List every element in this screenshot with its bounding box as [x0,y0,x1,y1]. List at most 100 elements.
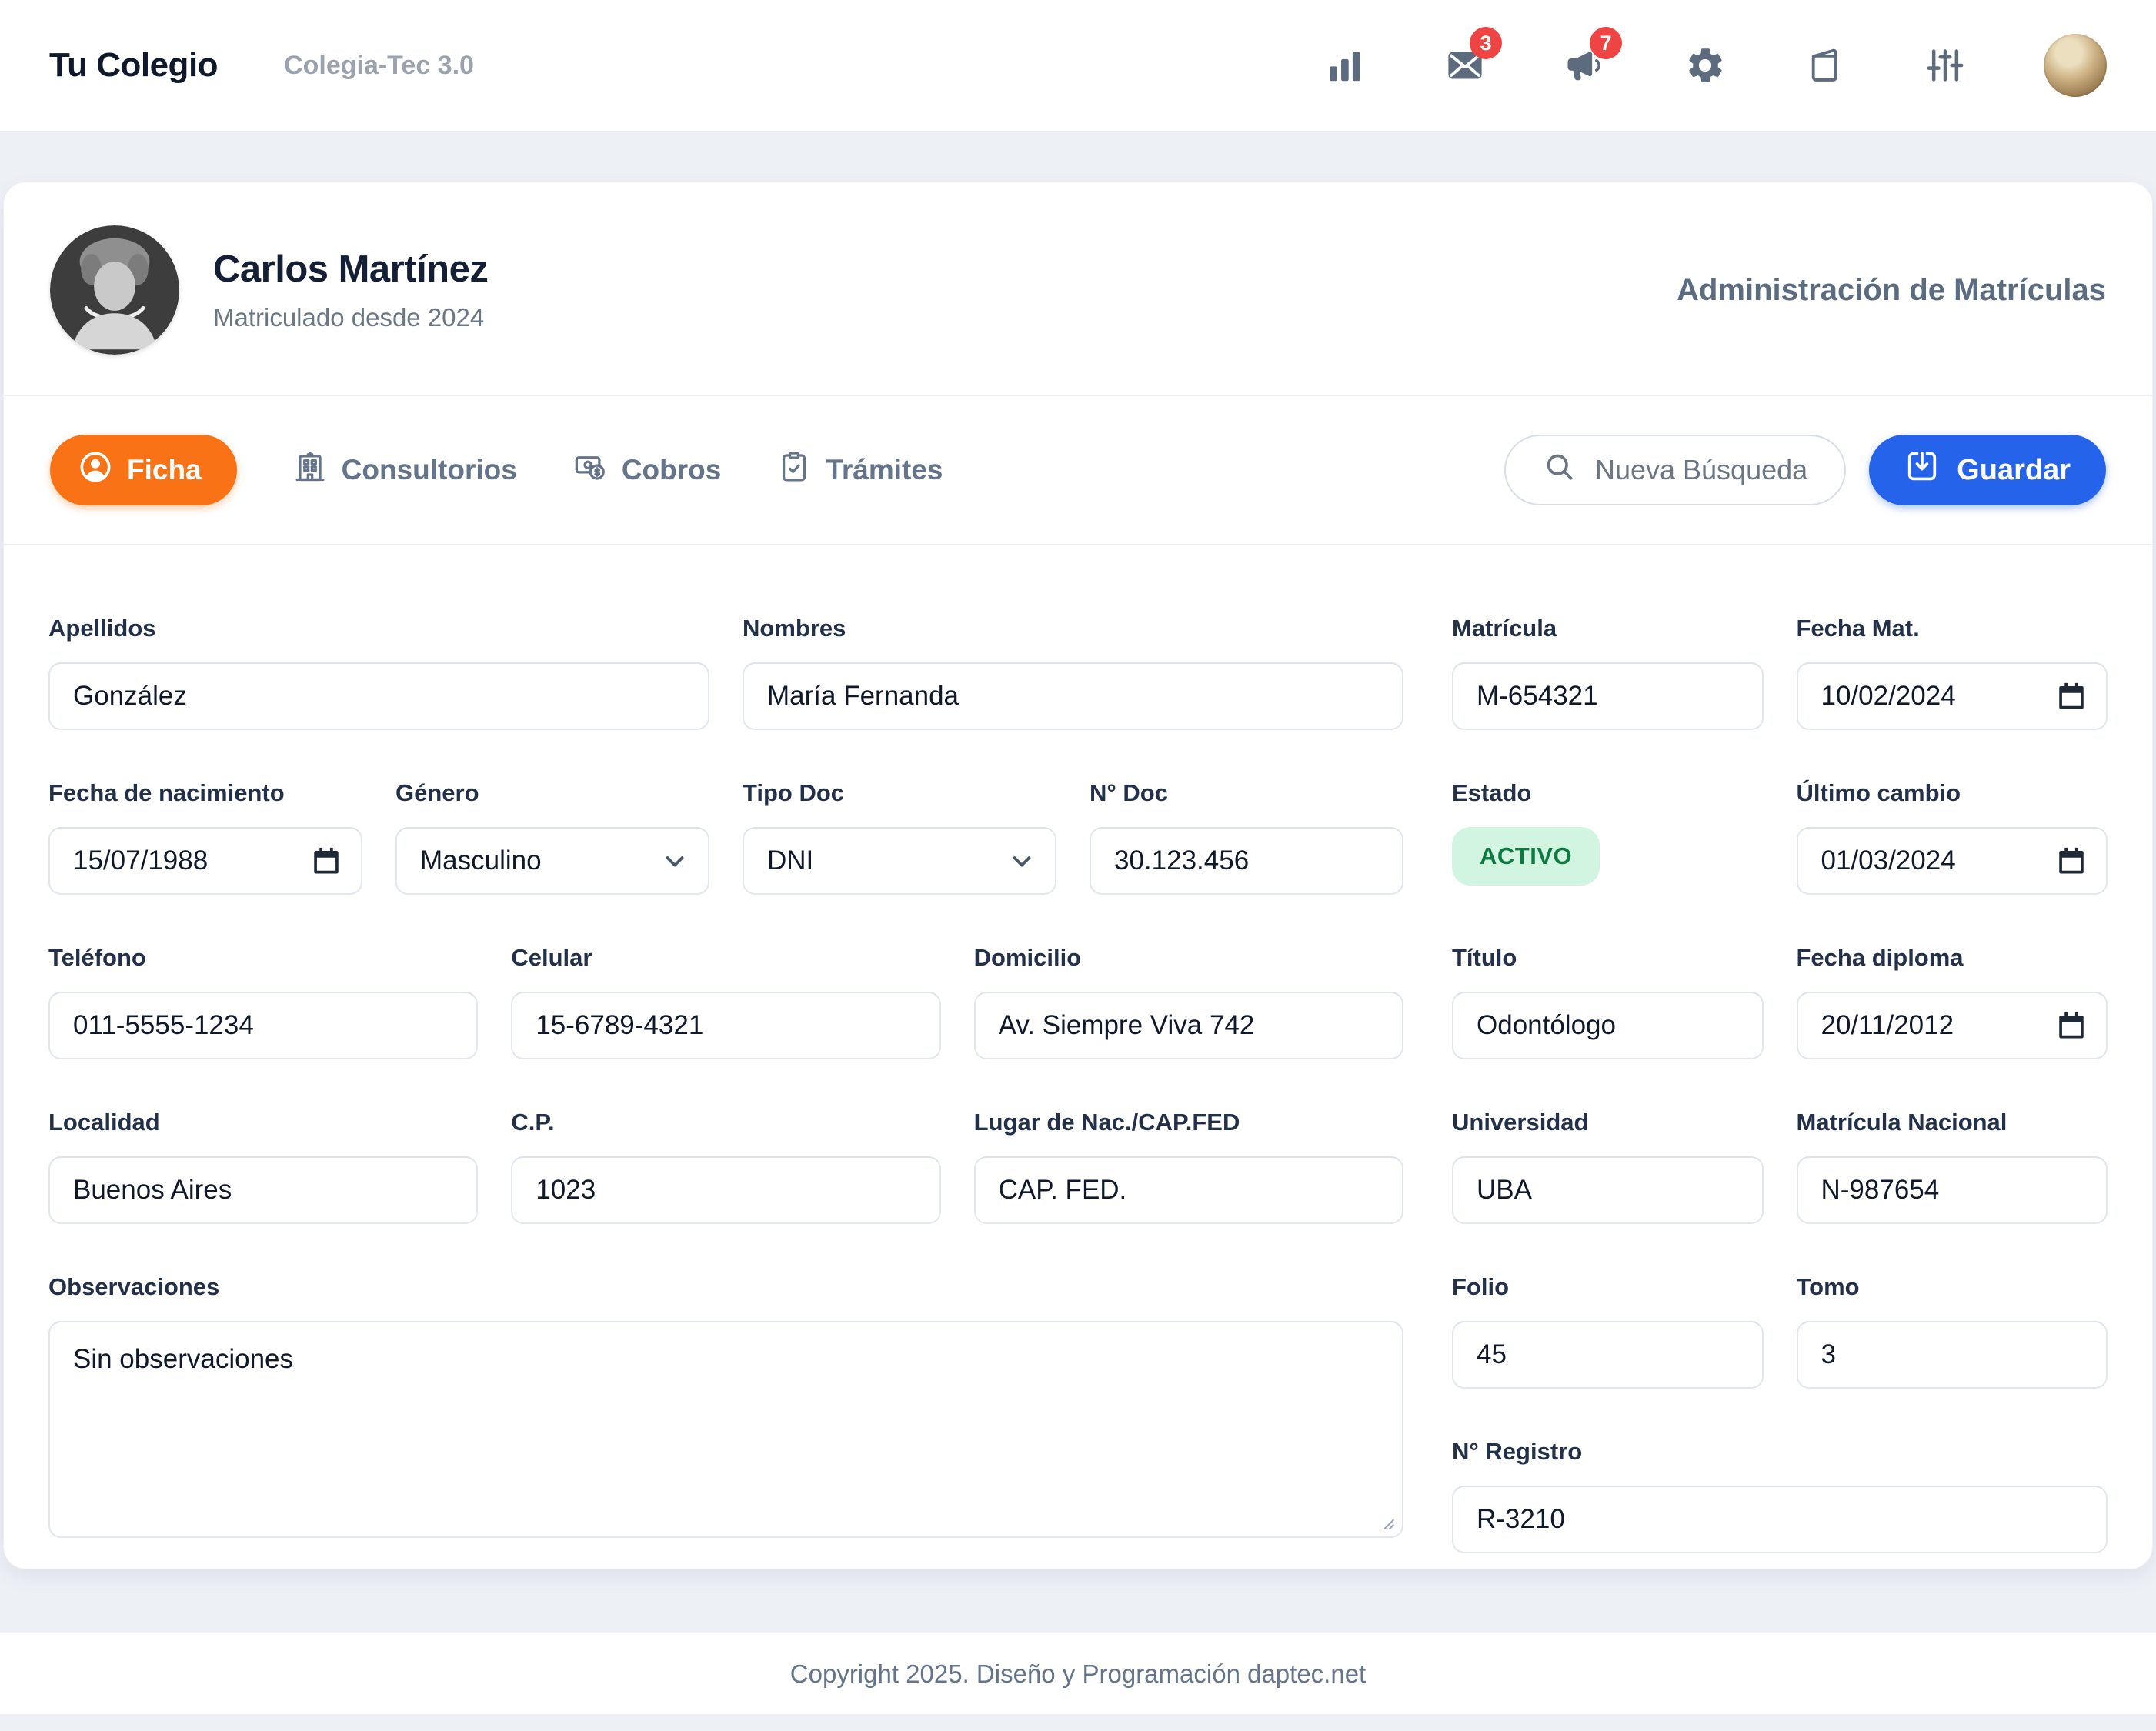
genero-select[interactable]: Masculino [395,827,709,895]
nombres-input[interactable] [743,662,1403,730]
tab-bar: Ficha Consultorios Cobros Trámites [50,435,943,505]
field-ultimo-cambio: Último cambio 01/03/2024 [1797,779,2108,895]
num-registro-input[interactable] [1452,1486,2108,1553]
copyright-text: Copyright 2025. Diseño y Programación da… [790,1659,1366,1689]
field-apellidos: Apellidos [48,615,709,730]
profile-text: Carlos Martínez Matriculado desde 2024 [213,248,488,332]
footer: Copyright 2025. Diseño y Programación da… [0,1633,2156,1714]
apellidos-input[interactable] [48,662,709,730]
sliders-icon[interactable] [1924,44,1967,87]
field-nombres: Nombres [743,615,1403,730]
money-icon [572,449,608,492]
field-observaciones: Observaciones Sin observaciones [48,1273,1403,1542]
save-button[interactable]: Guardar [1869,435,2106,505]
calendar-icon [2055,845,2088,877]
select-value: Masculino [420,845,542,876]
gear-icon[interactable] [1684,44,1727,87]
field-num-registro: N° Registro [1452,1438,2108,1553]
app-version: Colegia-Tec 3.0 [284,51,474,81]
folio-input[interactable] [1452,1321,1764,1389]
tab-consultorios[interactable]: Consultorios [292,449,517,492]
field-label: Tomo [1797,1273,2108,1301]
top-bar: Tu Colegio Colegia-Tec 3.0 3 7 [0,0,2156,132]
tab-ficha[interactable]: Ficha [50,435,237,505]
tab-consultorios-label: Consultorios [342,454,517,486]
field-label: N° Doc [1090,779,1403,807]
fecha-nacimiento-date-input[interactable]: 15/07/1988 [48,827,362,895]
field-label: Matrícula Nacional [1797,1109,2108,1136]
tab-cobros-label: Cobros [622,454,722,486]
field-telefono: Teléfono [48,944,478,1059]
field-lugar-nac: Lugar de Nac./CAP.FED [974,1109,1403,1224]
tomo-input[interactable] [1797,1321,2108,1389]
record-card: Carlos Martínez Matriculado desde 2024 A… [3,182,2153,1569]
field-label: Fecha diploma [1797,944,2108,972]
date-value: 01/03/2024 [1821,845,1956,876]
field-localidad: Localidad [48,1109,478,1224]
tab-tramites-label: Trámites [826,454,943,486]
lugar-nac-input[interactable] [974,1156,1403,1224]
megaphone-badge: 7 [1590,27,1622,59]
fecha-mat-date-input[interactable]: 10/02/2024 [1797,662,2108,730]
fecha-diploma-date-input[interactable]: 20/11/2012 [1797,992,2108,1059]
field-celular: Celular [511,944,940,1059]
save-label: Guardar [1957,454,2071,487]
field-label: Tipo Doc [743,779,1056,807]
calendar-icon [2055,1009,2088,1042]
field-titulo: Título [1452,944,1764,1059]
observaciones-textarea[interactable]: Sin observaciones [48,1321,1403,1538]
field-label: Folio [1452,1273,1764,1301]
field-label: Localidad [48,1109,478,1136]
building-icon [292,449,328,492]
domicilio-input[interactable] [974,992,1403,1059]
chevron-down-icon [660,846,689,876]
num-doc-input[interactable] [1090,827,1403,895]
field-label: C.P. [511,1109,940,1136]
telefono-input[interactable] [48,992,478,1059]
megaphone-icon[interactable]: 7 [1564,44,1607,87]
titulo-input[interactable] [1452,992,1764,1059]
field-num-doc: N° Doc [1090,779,1403,895]
field-label: Domicilio [974,944,1403,972]
matricula-input[interactable] [1452,662,1764,730]
app-brand: Tu Colegio [49,46,218,85]
cp-input[interactable] [511,1156,940,1224]
status-badge: ACTIVO [1452,827,1600,886]
ultimo-cambio-date-input[interactable]: 01/03/2024 [1797,827,2108,895]
mail-badge: 3 [1470,27,1502,59]
field-estado: Estado ACTIVO [1452,779,1764,895]
bar-chart-icon[interactable] [1323,44,1367,87]
tab-cobros[interactable]: Cobros [572,449,722,492]
field-label: Fecha de nacimiento [48,779,362,807]
page-title: Administración de Matrículas [1677,273,2106,308]
universidad-input[interactable] [1452,1156,1764,1224]
field-fecha-mat: Fecha Mat. 10/02/2024 [1797,615,2108,730]
clipboard-check-icon [776,449,812,492]
field-tomo: Tomo [1797,1273,2108,1389]
field-label: Último cambio [1797,779,2108,807]
field-tipo-doc: Tipo Doc DNI [743,779,1056,895]
wallet-icon[interactable] [1804,44,1847,87]
matricula-nacional-input[interactable] [1797,1156,2108,1224]
field-label: Lugar de Nac./CAP.FED [974,1109,1403,1136]
student-photo [50,225,179,355]
save-icon [1904,449,1940,492]
student-form: Apellidos Nombres Fecha de nacimiento 15… [4,545,2152,1553]
new-search-button[interactable]: Nueva Búsqueda [1504,435,1846,505]
calendar-icon [2055,680,2088,712]
celular-input[interactable] [511,992,940,1059]
field-label: Nombres [743,615,1403,642]
form-right-column: Matrícula Fecha Mat. 10/02/2024 Estado A… [1452,615,2108,1553]
tipo-doc-select[interactable]: DNI [743,827,1056,895]
form-left-column: Apellidos Nombres Fecha de nacimiento 15… [48,615,1403,1553]
footer-gap [0,1569,2156,1633]
field-label: N° Registro [1452,1438,2108,1466]
new-search-label: Nueva Búsqueda [1595,454,1807,486]
field-label: Título [1452,944,1764,972]
mail-icon[interactable]: 3 [1443,44,1487,87]
date-value: 15/07/1988 [73,845,208,876]
field-fecha-nacimiento: Fecha de nacimiento 15/07/1988 [48,779,362,895]
tab-tramites[interactable]: Trámites [776,449,943,492]
user-avatar[interactable] [2044,34,2107,97]
localidad-input[interactable] [48,1156,478,1224]
